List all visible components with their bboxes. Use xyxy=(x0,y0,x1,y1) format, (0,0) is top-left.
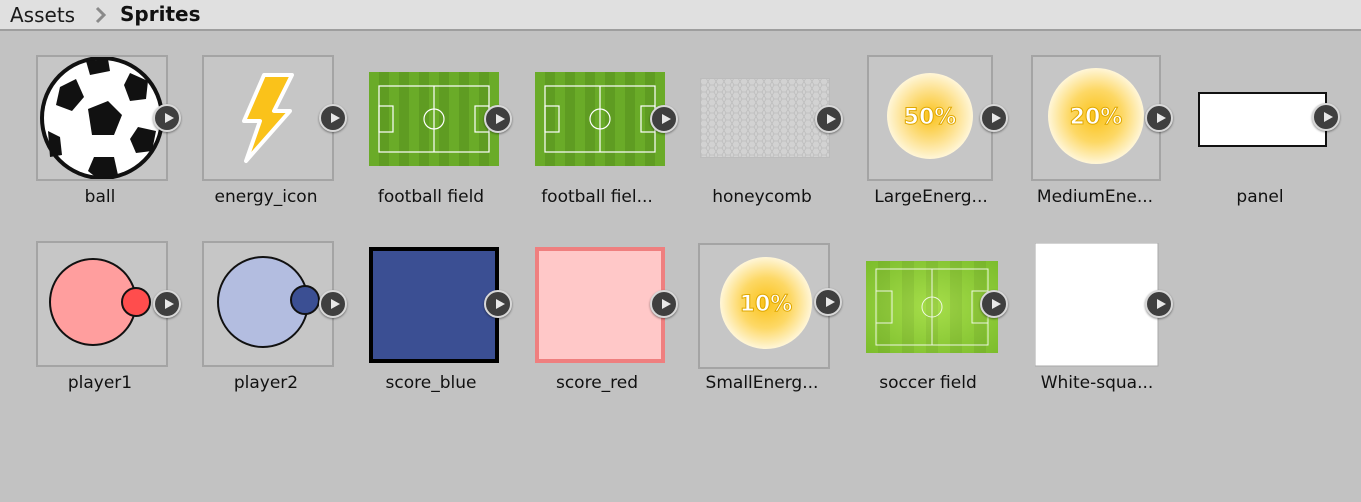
breadcrumb: Assets Sprites xyxy=(0,0,1361,31)
play-icon[interactable] xyxy=(1145,290,1173,318)
asset-label: SmallEnerg... xyxy=(705,373,819,393)
sprite-thumbnail[interactable] xyxy=(864,259,1008,385)
sprite-thumbnail[interactable] xyxy=(367,70,512,196)
asset-player1[interactable]: player1 xyxy=(36,241,202,411)
asset-small-energy[interactable]: 10% SmallEnerg... xyxy=(698,243,864,413)
lightning-bolt-icon xyxy=(242,73,294,163)
sprite-thumbnail[interactable] xyxy=(36,241,181,367)
asset-score-red[interactable]: score_red xyxy=(533,245,699,415)
asset-label: panel xyxy=(1236,187,1284,207)
play-icon[interactable] xyxy=(319,104,347,132)
energy-percent-text: 20% xyxy=(1070,105,1123,130)
energy-percent-text: 10% xyxy=(740,292,793,317)
play-icon[interactable] xyxy=(484,105,512,133)
asset-football-field-2[interactable]: football fiel... xyxy=(533,70,699,240)
play-icon[interactable] xyxy=(650,105,678,133)
asset-label: football field xyxy=(377,187,485,207)
energy-orb-icon: 20% xyxy=(1048,68,1144,164)
asset-label: honeycomb xyxy=(712,187,812,207)
honeycomb-texture-icon xyxy=(700,78,830,158)
asset-ball[interactable]: ball xyxy=(36,55,202,225)
sprite-thumbnail[interactable]: 50% xyxy=(867,55,1008,181)
sprite-thumbnail[interactable] xyxy=(367,245,512,371)
asset-label: ball xyxy=(84,187,116,207)
asset-medium-energy[interactable]: 20% MediumEne... xyxy=(1031,55,1197,225)
asset-energy-icon[interactable]: energy_icon xyxy=(202,55,368,225)
asset-label: LargeEnerg... xyxy=(874,187,988,207)
play-icon[interactable] xyxy=(1145,104,1173,132)
play-icon[interactable] xyxy=(153,104,181,132)
asset-large-energy[interactable]: 50% LargeEnerg... xyxy=(867,55,1033,225)
asset-player2[interactable]: player2 xyxy=(202,241,368,411)
sprite-thumbnail[interactable]: 20% xyxy=(1031,55,1173,181)
white-square-sprite-icon xyxy=(1035,243,1159,367)
play-icon[interactable] xyxy=(980,104,1008,132)
asset-label: soccer field xyxy=(879,373,977,393)
asset-label: MediumEne... xyxy=(1036,187,1154,207)
sprite-thumbnail[interactable]: 10% xyxy=(698,243,842,369)
football-field-icon xyxy=(535,72,665,166)
play-icon[interactable] xyxy=(814,288,842,316)
asset-football-field[interactable]: football field xyxy=(367,70,533,240)
sprite-thumbnail[interactable] xyxy=(533,245,678,371)
asset-label: player1 xyxy=(67,373,133,393)
player2-sprite-icon xyxy=(217,256,320,348)
soccer-field-icon xyxy=(866,261,998,353)
sprite-thumbnail[interactable] xyxy=(1033,241,1173,367)
sprite-thumbnail[interactable] xyxy=(202,241,347,367)
breadcrumb-current: Sprites xyxy=(120,2,201,26)
asset-honeycomb[interactable]: honeycomb xyxy=(698,76,864,246)
energy-percent-text: 50% xyxy=(904,105,957,130)
asset-label: score_blue xyxy=(385,373,477,393)
soccer-ball-icon xyxy=(40,57,164,179)
asset-panel[interactable]: panel xyxy=(1196,90,1361,260)
player1-sprite-icon xyxy=(49,258,151,346)
score-red-sprite-icon xyxy=(535,247,665,363)
asset-label: score_red xyxy=(555,373,639,393)
play-icon[interactable] xyxy=(484,290,512,318)
football-field-icon xyxy=(369,72,499,166)
energy-orb-icon: 10% xyxy=(720,257,812,349)
asset-label: football fiel... xyxy=(541,187,653,207)
asset-label: energy_icon xyxy=(214,187,318,207)
asset-label: White-squa... xyxy=(1040,373,1154,393)
sprite-thumbnail[interactable] xyxy=(698,76,843,202)
sprite-thumbnail[interactable] xyxy=(36,55,181,181)
asset-label: player2 xyxy=(233,373,299,393)
sprite-thumbnail[interactable] xyxy=(533,70,678,196)
play-icon[interactable] xyxy=(650,290,678,318)
play-icon[interactable] xyxy=(319,290,347,318)
sprite-thumbnail[interactable] xyxy=(1196,90,1340,150)
asset-white-square[interactable]: White-squa... xyxy=(1033,241,1199,411)
score-blue-sprite-icon xyxy=(369,247,499,363)
energy-orb-icon: 50% xyxy=(887,73,973,159)
breadcrumb-root[interactable]: Assets xyxy=(10,3,75,27)
play-icon[interactable] xyxy=(1312,103,1340,131)
play-icon[interactable] xyxy=(153,290,181,318)
play-icon[interactable] xyxy=(815,105,843,133)
panel-sprite-icon xyxy=(1198,92,1327,147)
sprite-thumbnail[interactable] xyxy=(202,55,347,181)
asset-soccer-field[interactable]: soccer field xyxy=(864,259,1030,429)
chevron-right-icon xyxy=(95,6,107,24)
play-icon[interactable] xyxy=(980,290,1008,318)
asset-score-blue[interactable]: score_blue xyxy=(367,245,533,415)
